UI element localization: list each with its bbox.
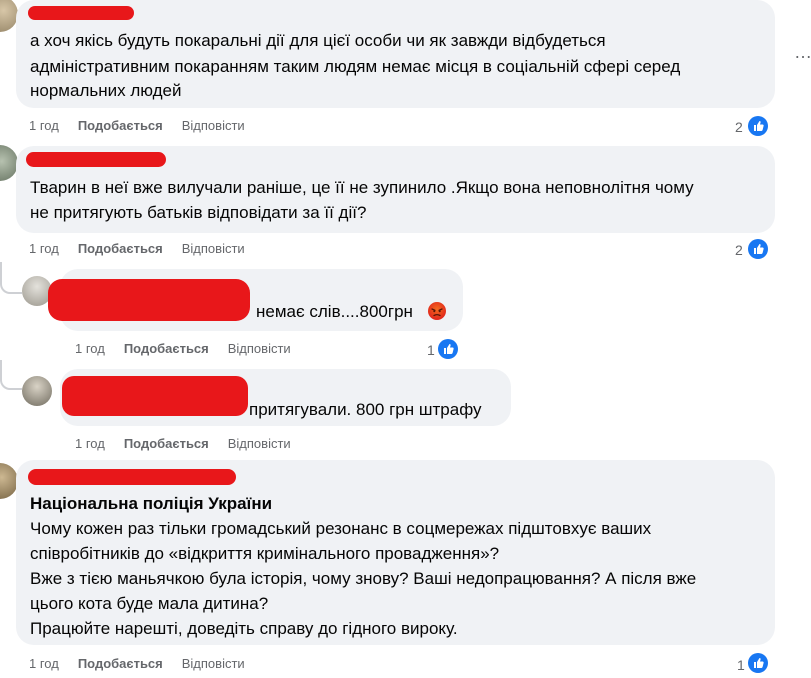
- redacted-content: [48, 279, 250, 321]
- like-button[interactable]: Подобається: [78, 656, 163, 671]
- comment-text-line: адміністративним покаранням таким людям …: [30, 57, 681, 76]
- reaction-count[interactable]: 2: [735, 242, 743, 258]
- mentioned-page-link[interactable]: Національна поліція України: [30, 493, 272, 515]
- reply-thread-line: [0, 262, 22, 294]
- comment-text-line: Чому кожен раз тільки громадський резона…: [30, 519, 652, 538]
- reaction-count[interactable]: 1: [737, 657, 745, 673]
- reply-button[interactable]: Відповісти: [182, 656, 245, 671]
- comment-actions: 1 год Подобається Відповісти: [29, 118, 245, 133]
- timestamp[interactable]: 1 год: [29, 241, 59, 256]
- comment-text-line: не притягують батьків відповідати за її …: [30, 203, 367, 222]
- redacted-author-name: [26, 152, 166, 167]
- comment-actions: 1 год Подобається Відповісти: [29, 656, 245, 671]
- angry-face-emoji: [427, 301, 447, 321]
- reaction-count[interactable]: 1: [427, 342, 435, 358]
- like-reaction-icon[interactable]: [748, 239, 768, 259]
- timestamp[interactable]: 1 год: [29, 118, 59, 133]
- more-options-icon[interactable]: …: [794, 42, 811, 62]
- comment-text-line: співробітників до «відкриття кримінально…: [30, 544, 500, 563]
- comment-actions: 1 год Подобається Відповісти: [29, 241, 245, 256]
- timestamp[interactable]: 1 год: [29, 656, 59, 671]
- comment-text-line: притягували. 800 грн штрафу: [249, 400, 482, 419]
- like-button[interactable]: Подобається: [124, 436, 209, 451]
- comment-text-line: Працюйте нарешті, доведіть справу до гід…: [30, 619, 458, 638]
- comment-text-line: а хоч якісь будуть покаральні дії для ці…: [30, 31, 606, 50]
- timestamp[interactable]: 1 год: [75, 341, 105, 356]
- redacted-author-name: [28, 6, 134, 20]
- reaction-count[interactable]: 2: [735, 119, 743, 135]
- like-reaction-icon[interactable]: [438, 339, 458, 359]
- redacted-author-name: [28, 469, 236, 485]
- like-button[interactable]: Подобається: [124, 341, 209, 356]
- comment-text-line: Вже з тією маньячкою була історія, чому …: [30, 569, 697, 588]
- reply-button[interactable]: Відповісти: [228, 436, 291, 451]
- comment-actions: 1 год Подобається Відповісти: [75, 341, 291, 356]
- comment-text-line: цього кота буде мала дитина?: [30, 594, 269, 613]
- timestamp[interactable]: 1 год: [75, 436, 105, 451]
- redacted-content: [62, 376, 248, 416]
- like-button[interactable]: Подобається: [78, 118, 163, 133]
- comment-text-line: немає слів....800грн: [256, 302, 413, 321]
- reply-button[interactable]: Відповісти: [182, 118, 245, 133]
- like-reaction-icon[interactable]: [748, 116, 768, 136]
- like-button[interactable]: Подобається: [78, 241, 163, 256]
- reply-thread-line: [0, 360, 22, 390]
- avatar[interactable]: [22, 376, 52, 406]
- reply-button[interactable]: Відповісти: [182, 241, 245, 256]
- comment-text-line: нормальних людей: [30, 81, 182, 100]
- like-reaction-icon[interactable]: [748, 653, 768, 673]
- comment-text-line: Тварин в неї вже вилучали раніше, це її …: [30, 178, 694, 197]
- comment-actions: 1 год Подобається Відповісти: [75, 436, 291, 451]
- reply-button[interactable]: Відповісти: [228, 341, 291, 356]
